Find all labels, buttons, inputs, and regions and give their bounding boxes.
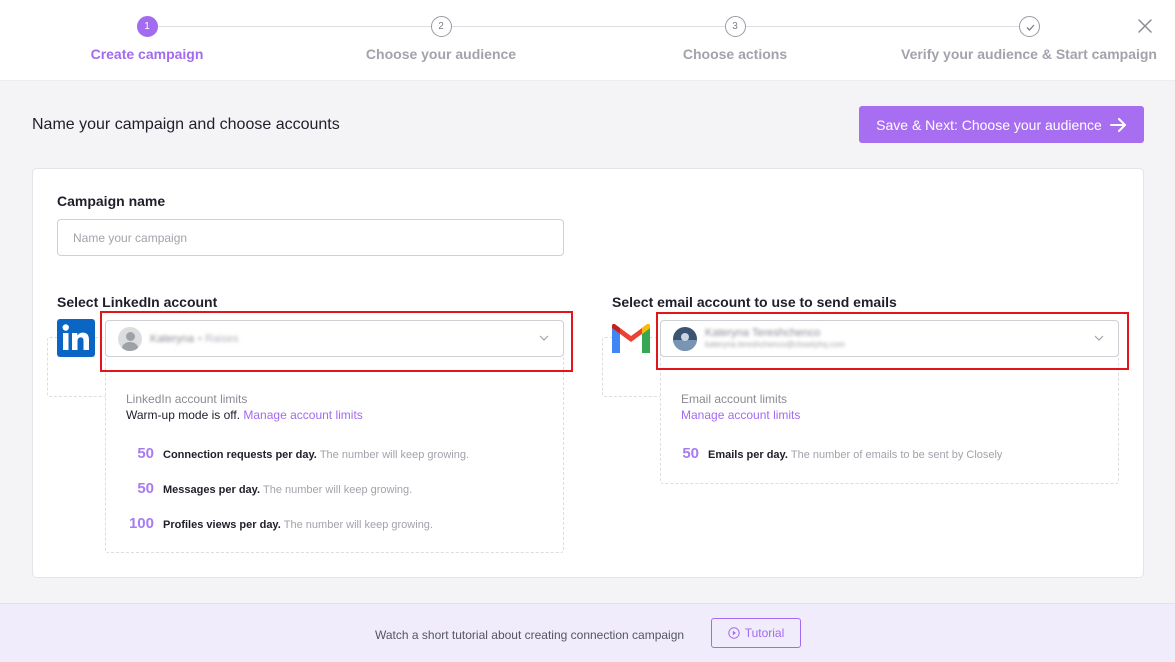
avatar: [673, 326, 697, 351]
limit-description: The number will keep growing.: [263, 484, 413, 496]
checkmark-icon: [1026, 24, 1034, 31]
linkedin-warmup-status: Warm-up mode is off. Manage account limi…: [126, 408, 363, 422]
step-number-badge: 3: [724, 16, 746, 37]
step-number-badge: [1018, 16, 1040, 37]
limit-row: 50 Emails per day. The number of emails …: [663, 445, 1002, 462]
linkedin-account-extra: • Raises: [198, 332, 239, 345]
step-verify-start[interactable]: Verify your audience & Start campaign: [889, 16, 1169, 62]
gmail-logo-icon: [612, 323, 650, 353]
step-number-badge: 2: [430, 16, 452, 37]
tutorial-footer: Watch a short tutorial about creating co…: [0, 603, 1175, 662]
close-icon: [1138, 19, 1152, 33]
limit-name: Connection requests per day.: [163, 449, 317, 461]
linkedin-manage-limits-link[interactable]: Manage account limits: [243, 408, 362, 422]
chevron-down-icon: [1094, 335, 1104, 341]
campaign-name-input[interactable]: [57, 219, 564, 256]
step-create-campaign[interactable]: 1 Create campaign: [7, 16, 287, 62]
chevron-down-icon: [539, 335, 549, 341]
step-choose-actions[interactable]: 3 Choose actions: [595, 16, 875, 62]
linkedin-logo-icon: [57, 319, 95, 357]
limit-value: 100: [128, 515, 154, 532]
limit-row: 100 Profiles views per day. The number w…: [118, 515, 433, 532]
email-account-select[interactable]: Kateryna Tereshchenco kateryna.tereshche…: [660, 320, 1119, 357]
arrow-right-icon: [1109, 117, 1126, 132]
limit-name: Emails per day.: [708, 449, 788, 461]
limit-name: Messages per day.: [163, 484, 261, 496]
page-title: Name your campaign and choose accounts: [32, 116, 340, 133]
linkedin-limits-title: LinkedIn account limits: [126, 392, 248, 406]
tutorial-prompt-text: Watch a short tutorial about creating co…: [375, 628, 685, 642]
save-next-button-label: Save & Next: Choose your audience: [876, 116, 1102, 133]
linkedin-account-label: Select LinkedIn account: [57, 294, 218, 310]
email-manage-limits-link[interactable]: Manage account limits: [681, 408, 800, 422]
limit-description: The number will keep growing.: [283, 519, 433, 531]
tutorial-button[interactable]: Tutorial: [711, 618, 801, 648]
step-label: Verify your audience & Start campaign: [901, 46, 1157, 62]
limit-value: 50: [682, 445, 699, 462]
limit-value: 50: [137, 480, 154, 497]
progress-stepper: 1 Create campaign 2 Choose your audience…: [0, 0, 1175, 81]
avatar: [118, 326, 142, 351]
email-limits-title: Email account limits: [681, 392, 788, 406]
limit-row: 50 Connection requests per day. The numb…: [118, 445, 469, 462]
save-next-button[interactable]: Save & Next: Choose your audience: [859, 106, 1144, 143]
linkedin-account-select[interactable]: Kateryna • Raises: [105, 320, 564, 357]
campaign-name-label: Campaign name: [57, 193, 166, 209]
step-label: Choose actions: [682, 46, 788, 62]
limit-description: The number will keep growing.: [319, 449, 470, 461]
email-account-label: Select email account to use to send emai…: [612, 294, 897, 310]
tutorial-button-label: Tutorial: [744, 626, 785, 640]
close-button[interactable]: [1135, 16, 1155, 36]
email-account-info: Kateryna Tereshchenco kateryna.tereshche…: [705, 327, 845, 351]
email-account-name: Kateryna Tereshchenco: [705, 326, 821, 339]
linkedin-account-name: Kateryna: [150, 332, 195, 345]
limit-name: Profiles views per day.: [163, 519, 281, 531]
limit-description: The number of emails to be sent by Close…: [790, 449, 1003, 461]
limit-value: 50: [137, 445, 154, 462]
step-choose-audience[interactable]: 2 Choose your audience: [301, 16, 581, 62]
warmup-status-text: Warm-up mode is off.: [126, 408, 241, 422]
step-number-badge: 1: [136, 16, 158, 37]
step-label: Choose your audience: [365, 46, 517, 62]
email-account-address: kateryna.tereshchenco@closelyhq.com: [705, 339, 845, 349]
step-label: Create campaign: [90, 46, 204, 62]
limit-row: 50 Messages per day. The number will kee…: [118, 480, 412, 497]
play-icon: [728, 627, 740, 639]
